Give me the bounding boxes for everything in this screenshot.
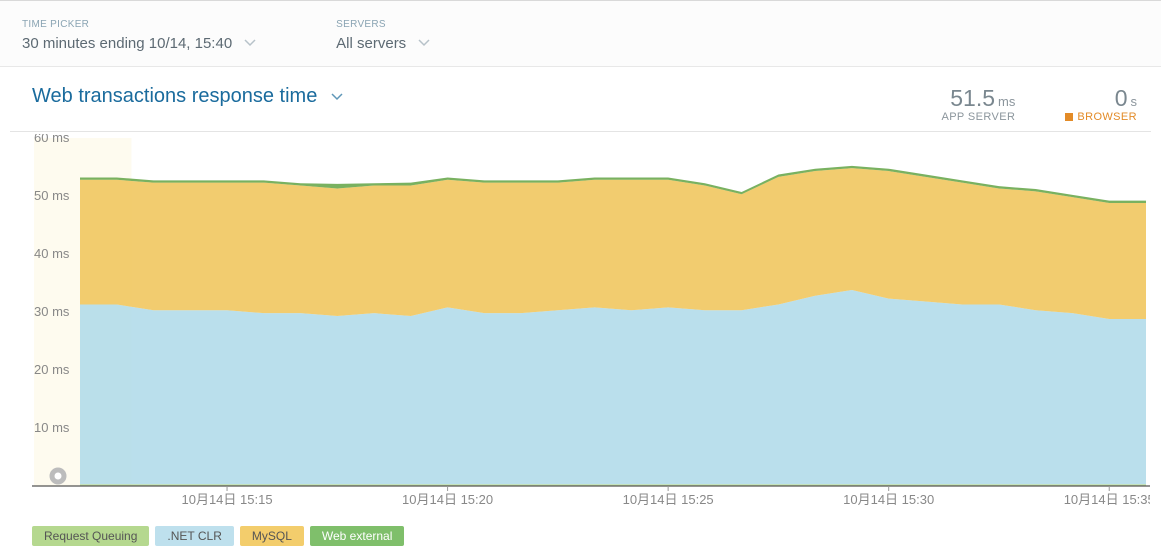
metric-app-server: 51.5ms APP SERVER	[941, 85, 1015, 123]
svg-text:30 ms: 30 ms	[34, 304, 70, 319]
summary-metrics: 51.5ms APP SERVER 0s BROWSER	[941, 85, 1137, 123]
panel-header: Web transactions response time 51.5ms AP…	[10, 79, 1151, 132]
svg-text:60 ms: 60 ms	[34, 134, 70, 145]
panel-title-dropdown[interactable]: Web transactions response time	[32, 85, 343, 108]
servers-label: SERVERS	[336, 19, 430, 30]
response-time-panel: Web transactions response time 51.5ms AP…	[10, 79, 1151, 546]
svg-text:20 ms: 20 ms	[34, 362, 70, 377]
response-time-chart[interactable]: 10 ms 20 ms 30 ms 40 ms 50 ms 60 ms 10月14日 15:…	[32, 134, 1150, 514]
metric-browser-label: BROWSER	[1065, 111, 1137, 123]
svg-text:10月14日 15:35: 10月14日 15:35	[1064, 492, 1150, 507]
metric-app-server-label: APP SERVER	[941, 111, 1015, 123]
svg-text:10 ms: 10 ms	[34, 420, 70, 435]
metric-app-server-value: 51.5	[950, 85, 995, 111]
metric-browser-value: 0	[1115, 85, 1128, 111]
svg-text:10月14日 15:30: 10月14日 15:30	[843, 492, 934, 507]
servers-filter[interactable]: SERVERS All servers	[336, 19, 430, 52]
servers-value: All servers	[336, 35, 406, 52]
chevron-down-icon	[418, 34, 430, 52]
chart-legend: Request Queuing .NET CLR MySQL Web exter…	[10, 514, 1151, 546]
panel-title: Web transactions response time	[32, 85, 317, 108]
chevron-down-icon	[331, 88, 343, 106]
svg-text:40 ms: 40 ms	[34, 246, 70, 261]
svg-text:10月14日 15:15: 10月14日 15:15	[181, 492, 272, 507]
legend-web-external[interactable]: Web external	[310, 526, 404, 546]
legend-mysql[interactable]: MySQL	[240, 526, 304, 546]
chevron-down-icon	[244, 34, 256, 52]
time-picker-filter[interactable]: TIME PICKER 30 minutes ending 10/14, 15:…	[22, 19, 256, 52]
square-icon	[1065, 113, 1073, 121]
svg-text:10月14日 15:25: 10月14日 15:25	[623, 492, 714, 507]
filter-bar: TIME PICKER 30 minutes ending 10/14, 15:…	[0, 0, 1161, 67]
svg-text:10月14日 15:20: 10月14日 15:20	[402, 492, 493, 507]
svg-text:50 ms: 50 ms	[34, 188, 70, 203]
legend-net-clr[interactable]: .NET CLR	[155, 526, 233, 546]
chart-area: 10 ms 20 ms 30 ms 40 ms 50 ms 60 ms 10月14日 15:…	[10, 132, 1151, 514]
time-picker-value: 30 minutes ending 10/14, 15:40	[22, 35, 232, 52]
legend-request-queuing[interactable]: Request Queuing	[32, 526, 149, 546]
metric-browser: 0s BROWSER	[1065, 85, 1137, 123]
time-picker-label: TIME PICKER	[22, 19, 256, 30]
